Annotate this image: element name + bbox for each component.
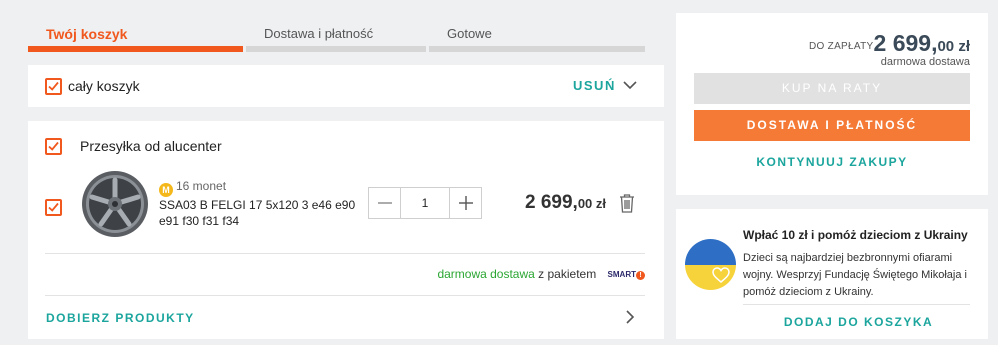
order-summary: DO ZAPŁATY 2 699,00 zł darmowa dostawa K… bbox=[676, 13, 988, 195]
total-price: 2 699,00 zł bbox=[874, 30, 970, 57]
step-done-label: Gotowe bbox=[447, 26, 492, 41]
divider bbox=[743, 304, 970, 305]
minus-icon bbox=[377, 202, 392, 204]
item-price-int: 2 699, bbox=[525, 192, 578, 213]
free-shipping-label: darmowa dostawa bbox=[437, 267, 535, 281]
step-cart[interactable]: Twój koszyk bbox=[28, 18, 243, 54]
step-cart-bar bbox=[28, 46, 243, 52]
trash-icon[interactable] bbox=[619, 193, 635, 213]
remove-button[interactable]: USUŃ bbox=[573, 78, 616, 93]
decrease-quantity-button[interactable] bbox=[369, 188, 400, 218]
product-wheel-image[interactable] bbox=[80, 169, 150, 239]
total-price-int: 2 699, bbox=[873, 30, 938, 56]
coins-reward: M 16 monet bbox=[159, 179, 226, 197]
charity-description: Dzieci są najbardziej bezbronnymi ofiara… bbox=[743, 252, 967, 298]
smart-logo-text: SMART bbox=[607, 270, 636, 279]
chevron-down-icon[interactable] bbox=[622, 77, 638, 93]
checkout-button[interactable]: DOSTAWA I PŁATNOŚĆ bbox=[694, 110, 970, 141]
package-label: z pakietem bbox=[538, 267, 597, 281]
plus-icon bbox=[458, 196, 473, 210]
add-donation-button[interactable]: DODAJ DO KOSZYKA bbox=[741, 315, 976, 329]
to-pay-label: DO ZAPŁATY bbox=[809, 41, 874, 52]
step-delivery-label: Dostawa i płatność bbox=[264, 26, 374, 41]
smart-bang-icon: ! bbox=[636, 271, 645, 280]
continue-shopping-link[interactable]: KONTYNUUJ ZAKUPY bbox=[676, 155, 988, 169]
increase-quantity-button[interactable] bbox=[450, 188, 481, 218]
item-checkbox[interactable] bbox=[45, 199, 62, 216]
divider bbox=[45, 253, 645, 254]
coin-icon: M bbox=[159, 183, 173, 197]
charity-title: Wpłać 10 zł i pomóż dzieciom z Ukrainy bbox=[743, 228, 968, 242]
pick-products-link[interactable]: DOBIERZ PRODUKTY bbox=[46, 311, 195, 325]
shipping-note: darmowa dostawa z pakietem SMART! bbox=[437, 267, 645, 281]
select-all-checkbox[interactable] bbox=[45, 78, 62, 95]
smart-logo: SMART! bbox=[608, 270, 645, 280]
checkmark-icon bbox=[48, 202, 59, 212]
free-delivery-label: darmowa dostawa bbox=[880, 56, 970, 68]
ukraine-heart-flag-icon bbox=[685, 239, 736, 290]
checkout-stepper: Twój koszyk Dostawa i płatność Gotowe bbox=[28, 18, 645, 54]
seller-checkbox[interactable] bbox=[45, 138, 62, 155]
step-delivery-bar bbox=[246, 46, 426, 52]
step-done: Gotowe bbox=[429, 18, 645, 54]
checkmark-icon bbox=[48, 141, 59, 151]
seller-group: Przesyłka od alucenter M 16 monet SSA03 B… bbox=[28, 121, 664, 339]
total-price-dec: 00 zł bbox=[937, 38, 970, 55]
item-price: 2 699,00 zł bbox=[525, 192, 606, 214]
checkmark-icon bbox=[48, 81, 59, 91]
divider bbox=[45, 295, 645, 296]
flag-blue-half bbox=[685, 239, 736, 265]
charity-box: Wpłać 10 zł i pomóż dzieciom z Ukrainy D… bbox=[676, 209, 988, 339]
step-done-bar bbox=[429, 46, 645, 52]
quantity-stepper: 1 bbox=[368, 187, 482, 219]
product-name[interactable]: SSA03 B FELGI 17 5x120 3 e46 e90 e91 f30… bbox=[159, 197, 359, 229]
installments-button[interactable]: KUP NA RATY bbox=[694, 73, 970, 104]
chevron-right-icon[interactable] bbox=[624, 309, 636, 325]
step-delivery-payment: Dostawa i płatność bbox=[246, 18, 426, 54]
heart-icon bbox=[712, 267, 730, 283]
item-price-dec: 00 zł bbox=[577, 196, 607, 211]
cart-header: cały koszyk USUŃ bbox=[28, 65, 664, 107]
select-all-label: cały koszyk bbox=[68, 78, 140, 94]
seller-label: Przesyłka od alucenter bbox=[80, 138, 222, 154]
step-cart-label: Twój koszyk bbox=[46, 26, 128, 42]
quantity-input[interactable]: 1 bbox=[400, 188, 450, 218]
coins-label: 16 monet bbox=[176, 179, 227, 193]
